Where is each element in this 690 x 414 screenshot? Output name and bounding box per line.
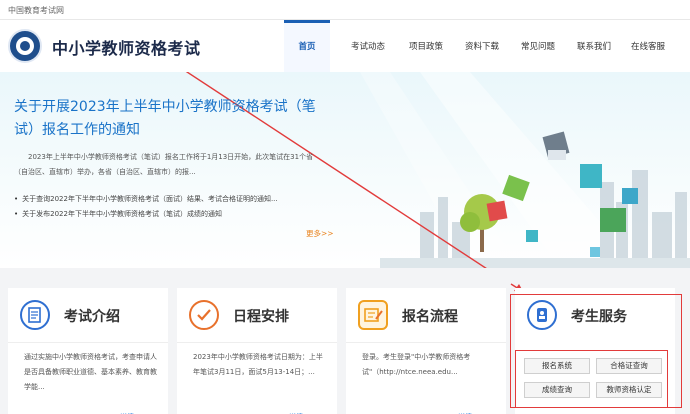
card-text: 2023年中小学教师资格考试日期为：上半年笔试3月11日，面试5月13-14日；… bbox=[193, 353, 323, 376]
site-title[interactable]: 中小学教师资格考试 bbox=[52, 35, 201, 59]
card-title: 报名流程 bbox=[402, 309, 458, 325]
nav-downloads[interactable]: 资料下载 bbox=[454, 20, 510, 72]
notepad-icon bbox=[20, 300, 50, 330]
top-site-link[interactable]: 中国教育考试网 bbox=[8, 5, 64, 16]
banner-summary: 2023年上半年中小学教师资格考试（笔试）报名工作将于1月13日开始，此次笔试在… bbox=[14, 153, 314, 176]
check-icon bbox=[189, 300, 219, 330]
banner-news-item[interactable]: 关于查询2022年下半年中小学教师资格考试（面试）结果、考试合格证明的通知... bbox=[14, 192, 324, 207]
banner-news-list: 关于查询2022年下半年中小学教师资格考试（面试）结果、考试合格证明的通知...… bbox=[14, 192, 324, 222]
top-utility-bar: 中国教育考试网 bbox=[0, 0, 690, 20]
site-header: 中小学教师资格考试 首页 考试动态 项目政策 资料下载 常见问题 联系我们 在线… bbox=[0, 20, 690, 72]
site-logo-icon[interactable] bbox=[8, 29, 42, 63]
nav-contact[interactable]: 联系我们 bbox=[566, 20, 622, 72]
nav-policy[interactable]: 项目政策 bbox=[398, 20, 454, 72]
banner-headline[interactable]: 关于开展2023年上半年中小学教师资格考试（笔试）报名工作的通知 bbox=[14, 96, 324, 142]
card-registration-process[interactable]: 报名流程 登录。考生登录"中小学教师资格考试"（http://ntce.neea… bbox=[346, 288, 506, 414]
nav-home[interactable]: 首页 bbox=[284, 20, 330, 72]
banner-more-link[interactable]: 更多>> bbox=[306, 228, 334, 239]
card-exam-intro[interactable]: 考试介绍 通过实施中小学教师资格考试，考查申请人是否具备教师职业道德、基本素养、… bbox=[8, 288, 168, 414]
annotation-box bbox=[515, 350, 668, 408]
nav-exam-news[interactable]: 考试动态 bbox=[340, 20, 396, 72]
card-text: 通过实施中小学教师资格考试，考查申请人是否具备教师职业道德、基本素养、教育教学能… bbox=[24, 353, 157, 391]
card-title: 考试介绍 bbox=[64, 309, 120, 325]
card-text: 登录。考生登录"中小学教师资格考试"（http://ntce.neea.edu.… bbox=[362, 353, 471, 376]
card-schedule[interactable]: 日程安排 2023年中小学教师资格考试日期为：上半年笔试3月11日，面试5月13… bbox=[177, 288, 337, 414]
nav-faq[interactable]: 常见问题 bbox=[510, 20, 566, 72]
form-icon bbox=[358, 300, 388, 330]
nav-online-service[interactable]: 在线客服 bbox=[620, 20, 676, 72]
card-title: 日程安排 bbox=[233, 309, 289, 325]
banner-news-item[interactable]: 关于发布2022年下半年中小学教师资格考试（笔试）成绩的通知 bbox=[14, 207, 324, 222]
hero-banner: 关于开展2023年上半年中小学教师资格考试（笔试）报名工作的通知 2023年上半… bbox=[0, 72, 690, 268]
